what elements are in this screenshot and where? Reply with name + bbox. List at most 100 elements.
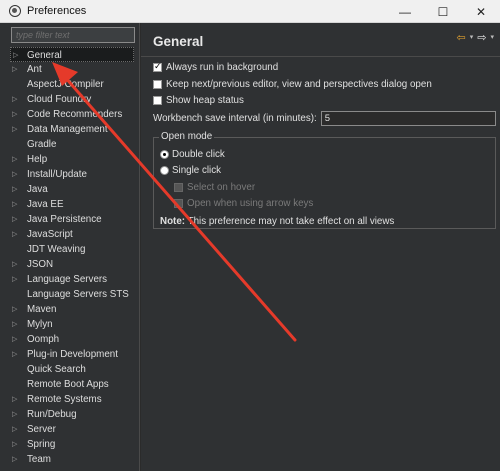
window-title: Preferences (27, 5, 87, 17)
expand-arrow-icon[interactable]: ▷ (12, 302, 17, 317)
sidebar-item-language-servers-sts[interactable]: Language Servers STS (0, 287, 138, 302)
sidebar-item-label: Language Servers (27, 274, 108, 285)
expand-arrow-icon[interactable]: ▷ (12, 257, 17, 272)
window-controls: — ☐ ✕ (386, 0, 500, 23)
expand-arrow-icon[interactable]: ▷ (12, 212, 17, 227)
show-heap-label: Show heap status (166, 94, 244, 106)
sidebar-item-java-persistence[interactable]: ▷ Java Persistence (0, 212, 138, 227)
expand-arrow-icon[interactable]: ▷ (12, 122, 17, 137)
sidebar-item-ant[interactable]: ▷ Ant (0, 62, 138, 77)
show-heap-checkbox[interactable] (153, 95, 162, 105)
expand-arrow-icon[interactable]: ▷ (12, 152, 17, 167)
keep-next-prev-option[interactable]: Keep next/previous editor, view and pers… (153, 77, 432, 91)
sidebar-item-mylyn[interactable]: ▷ Mylyn (0, 317, 138, 332)
sidebar-item-remote-systems[interactable]: ▷ Remote Systems (0, 392, 138, 407)
sidebar-item-java-ee[interactable]: ▷ Java EE (0, 197, 138, 212)
expand-arrow-icon[interactable]: ▷ (12, 92, 17, 107)
sidebar-item-label: Language Servers STS (27, 289, 129, 300)
sidebar-item-label: Cloud Foundry (27, 94, 92, 105)
sidebar-item-javascript[interactable]: ▷ JavaScript (0, 227, 138, 242)
always-run-background-option[interactable]: Always run in background (153, 60, 278, 74)
preferences-sidebar: type filter text ▷ General ▷ Ant AspectJ Com… (0, 23, 140, 471)
view-menu-icon[interactable]: ▾ (490, 33, 494, 44)
sidebar-item-aspectj-compiler[interactable]: AspectJ Compiler (0, 77, 138, 92)
sidebar-item-label: Spring (27, 439, 56, 450)
sidebar-item-help[interactable]: ▷ Help (0, 152, 138, 167)
sidebar-item-language-servers[interactable]: ▷ Language Servers (0, 272, 138, 287)
expand-arrow-icon[interactable]: ▷ (12, 422, 17, 437)
back-arrow-icon[interactable]: ⇦ (457, 31, 466, 44)
open-arrow-keys-checkbox (174, 198, 183, 208)
sidebar-item-data-management[interactable]: ▷ Data Management (0, 122, 138, 137)
sidebar-item-label: Remote Systems (27, 394, 102, 405)
expand-arrow-icon[interactable]: ▷ (12, 107, 17, 122)
sidebar-item-label: Quick Search (27, 364, 86, 375)
sidebar-item-label: Data Management (27, 124, 108, 135)
sidebar-item-label: General (27, 50, 62, 61)
double-click-option[interactable]: Double click (160, 147, 225, 161)
close-button[interactable]: ✕ (462, 0, 500, 23)
expand-arrow-icon[interactable]: ▷ (12, 197, 17, 212)
sidebar-item-json[interactable]: ▷ JSON (0, 257, 138, 272)
sidebar-item-install-update[interactable]: ▷ Install/Update (0, 167, 138, 182)
always-run-background-checkbox[interactable] (153, 61, 162, 72)
maximize-button[interactable]: ☐ (424, 0, 462, 23)
sidebar-item-label: Code Recommenders (27, 109, 123, 120)
sidebar-item-label: Java (27, 184, 48, 195)
single-click-radio[interactable] (160, 165, 169, 175)
sidebar-item-oomph[interactable]: ▷ Oomph (0, 332, 138, 347)
expand-arrow-icon[interactable]: ▷ (12, 347, 17, 362)
single-click-label: Single click (172, 164, 222, 176)
sidebar-item-remote-boot-apps[interactable]: Remote Boot Apps (0, 377, 138, 392)
expand-arrow-icon[interactable]: ▷ (13, 48, 18, 63)
minimize-button[interactable]: — (386, 0, 424, 23)
eclipse-icon (9, 5, 21, 17)
expand-arrow-icon[interactable]: ▷ (12, 272, 17, 287)
preferences-tree: ▷ General ▷ Ant AspectJ Compiler ▷ Cloud Found… (0, 47, 138, 467)
sidebar-item-run-debug[interactable]: ▷ Run/Debug (0, 407, 138, 422)
sidebar-item-quick-search[interactable]: Quick Search (0, 362, 138, 377)
expand-arrow-icon[interactable]: ▷ (12, 62, 17, 77)
back-dropdown-icon[interactable]: ▾ (470, 33, 474, 44)
expand-arrow-icon[interactable]: ▷ (12, 407, 17, 422)
window-titlebar: Preferences — ☐ ✕ (0, 0, 500, 23)
expand-arrow-icon[interactable]: ▷ (12, 437, 17, 452)
double-click-label: Double click (172, 148, 225, 160)
sidebar-item-team[interactable]: ▷ Team (0, 452, 138, 467)
sidebar-item-label: Remote Boot Apps (27, 379, 109, 390)
sidebar-item-jdt-weaving[interactable]: JDT Weaving (0, 242, 138, 257)
expand-arrow-icon[interactable]: ▷ (12, 182, 17, 197)
sidebar-item-java[interactable]: ▷ Java (0, 182, 138, 197)
expand-arrow-icon[interactable]: ▷ (12, 317, 17, 332)
sidebar-item-label: JSON (27, 259, 54, 270)
sidebar-item-spring[interactable]: ▷ Spring (0, 437, 138, 452)
forward-arrow-icon[interactable]: ⇨ (477, 31, 486, 44)
sidebar-item-label: Ant (27, 64, 42, 75)
expand-arrow-icon[interactable]: ▷ (12, 452, 17, 467)
sidebar-item-gradle[interactable]: Gradle (0, 137, 138, 152)
sidebar-item-label: Team (27, 454, 51, 465)
double-click-radio[interactable] (160, 149, 169, 159)
sidebar-item-server[interactable]: ▷ Server (0, 422, 138, 437)
expand-arrow-icon[interactable]: ▷ (12, 227, 17, 242)
expand-arrow-icon[interactable]: ▷ (12, 392, 17, 407)
save-interval-input[interactable]: 5 (320, 111, 496, 126)
note-label: Note: (160, 216, 186, 227)
sidebar-item-label: Oomph (27, 334, 60, 345)
sidebar-item-plug-in-development[interactable]: ▷ Plug-in Development (0, 347, 138, 362)
title-divider (141, 56, 500, 57)
keep-next-prev-checkbox[interactable] (153, 79, 162, 89)
sidebar-item-cloud-foundry[interactable]: ▷ Cloud Foundry (0, 92, 138, 107)
sidebar-item-code-recommenders[interactable]: ▷ Code Recommenders (0, 107, 138, 122)
sidebar-item-general[interactable]: ▷ General (10, 47, 134, 62)
expand-arrow-icon[interactable]: ▷ (12, 332, 17, 347)
show-heap-option[interactable]: Show heap status (153, 93, 244, 107)
select-on-hover-label: Select on hover (187, 181, 256, 193)
expand-arrow-icon[interactable]: ▷ (12, 167, 17, 182)
single-click-option[interactable]: Single click (160, 163, 221, 177)
sidebar-item-maven[interactable]: ▷ Maven (0, 302, 138, 317)
filter-input[interactable]: type filter text (11, 27, 135, 43)
page-title: General (153, 34, 204, 49)
open-arrow-keys-option: Open when using arrow keys (174, 196, 313, 210)
sidebar-item-label: Java EE (27, 199, 64, 210)
